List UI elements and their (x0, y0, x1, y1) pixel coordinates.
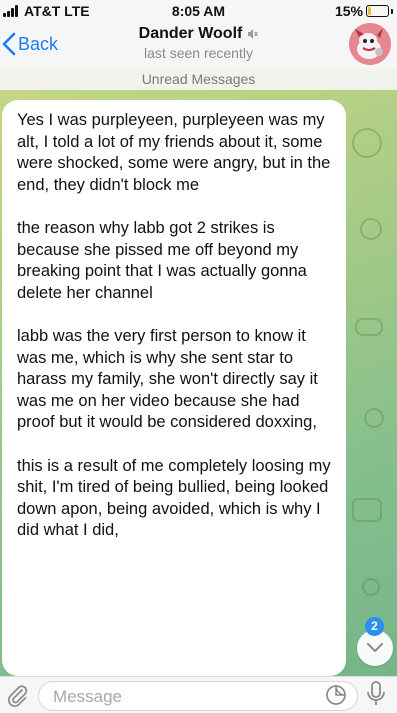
message-input[interactable] (53, 685, 313, 709)
message-paragraph: the reason why labb got 2 strikes is bec… (17, 218, 307, 302)
message-bubble[interactable]: Yes I was purpleyeen, purpleyeen was my … (2, 100, 346, 676)
last-seen-status: last seen recently (144, 45, 253, 61)
chat-title: Dander Woolf (138, 25, 243, 42)
message-paragraph: labb was the very first person to know i… (17, 326, 318, 432)
message-field[interactable] (38, 681, 358, 711)
unread-count-badge: 2 (365, 617, 384, 636)
chat-info[interactable]: Dander Woolf last seen recently (80, 25, 317, 61)
unread-messages-divider: Unread Messages (0, 68, 397, 90)
chevron-down-icon (367, 643, 383, 652)
back-button[interactable]: Back (2, 30, 58, 58)
chat-header: Back Dander Woolf last seen recently (0, 22, 397, 68)
message-paragraph: Yes I was purpleyeen, purpleyeen was my … (17, 111, 331, 194)
avatar-image (349, 23, 391, 65)
back-label: Back (18, 33, 59, 54)
paperclip-icon[interactable] (6, 684, 30, 708)
message-paragraph: this is a result of me completely loosin… (17, 456, 331, 540)
chevron-left-icon (2, 32, 16, 56)
battery-icon (366, 5, 389, 17)
status-bar: AT&T LTE 8:05 AM 15% (0, 0, 397, 22)
muted-icon (248, 29, 259, 39)
avatar[interactable] (349, 23, 391, 65)
microphone-icon[interactable] (366, 680, 386, 708)
battery-percent: 15% (334, 3, 363, 19)
sticker-icon[interactable] (325, 684, 347, 706)
